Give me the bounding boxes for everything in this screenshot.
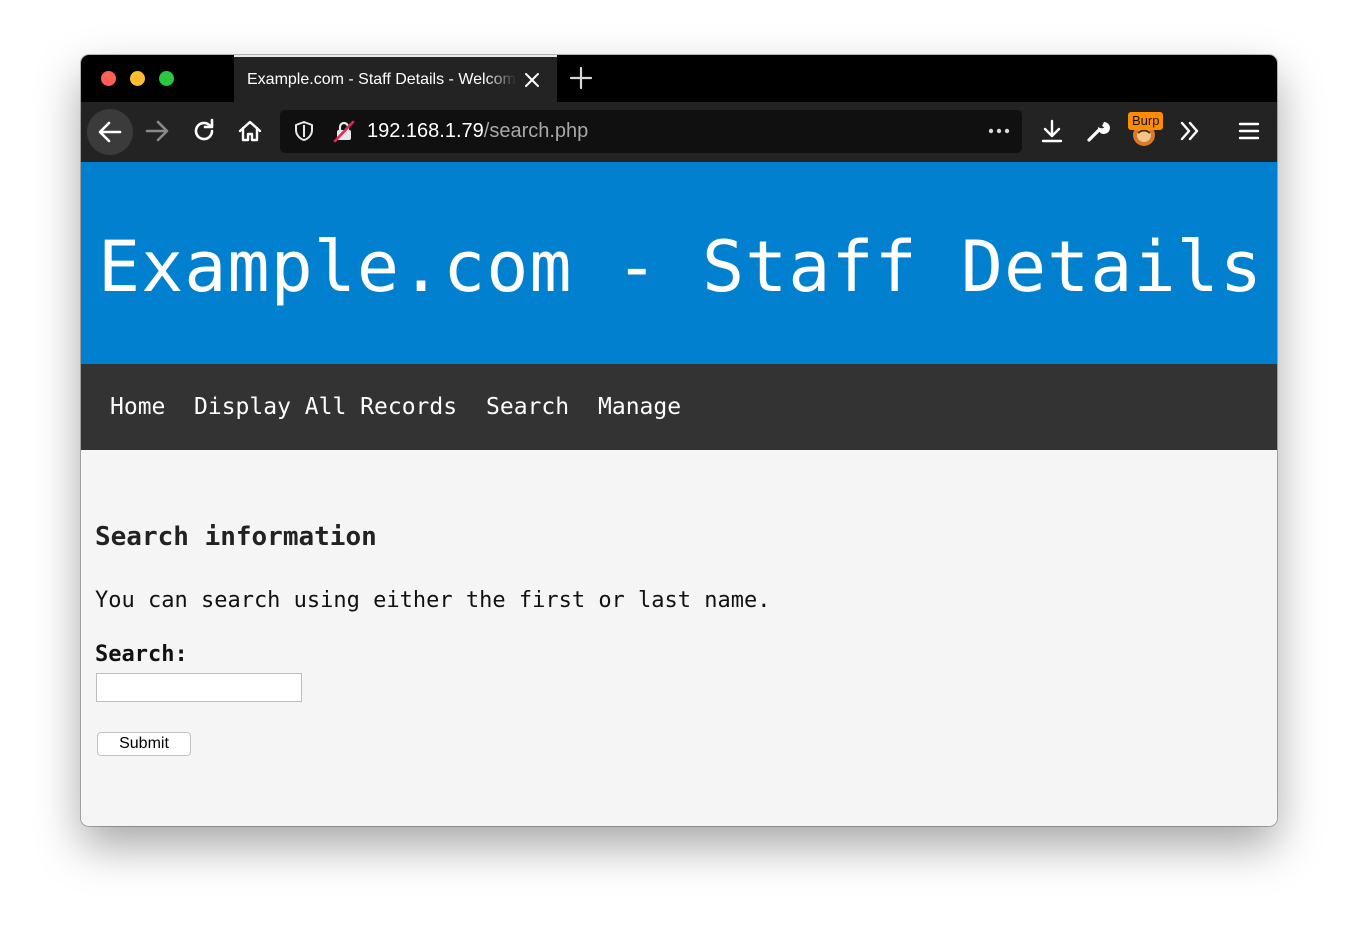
nav-link-display-all-records[interactable]: Display All Records [194,394,457,420]
shield-icon[interactable] [285,112,323,150]
tab-strip: Example.com - Staff Details - Welcome [81,55,1277,102]
download-icon[interactable] [1033,112,1071,150]
search-label: Search: [95,642,188,667]
nav-link-home[interactable]: Home [110,394,165,420]
plus-icon[interactable] [569,66,593,90]
submit-button[interactable]: Submit [97,732,191,756]
close-icon[interactable] [523,71,541,89]
site-header: Example.com - Staff Details [81,162,1277,364]
url-text[interactable]: 192.168.1.79/search.php [367,120,588,143]
tab-title: Example.com - Staff Details - Welcome [247,71,517,88]
url-host: 192.168.1.79 [367,120,484,142]
tab-active[interactable]: Example.com - Staff Details - Welcome [234,55,557,102]
site-nav: Home Display All Records Search Manage [81,364,1277,450]
more-dots-icon[interactable] [980,112,1018,150]
section-heading: Search information [95,522,377,552]
web-page: Example.com - Staff Details Home Display… [81,162,1277,826]
hamburger-icon[interactable] [1230,112,1268,150]
site-title: Example.com - Staff Details [98,226,1263,308]
arrow-right-icon[interactable] [138,112,176,150]
nav-link-search[interactable]: Search [486,394,569,420]
zoom-window-button[interactable] [159,71,174,86]
browser-window: Example.com - Staff Details - Welcome 19… [81,55,1277,826]
insecure-lock-icon[interactable] [325,112,363,150]
arrow-left-icon[interactable] [87,109,133,155]
nav-link-manage[interactable]: Manage [598,394,681,420]
close-window-button[interactable] [101,71,116,86]
minimize-window-button[interactable] [130,71,145,86]
search-input[interactable] [96,673,302,702]
wrench-icon[interactable] [1079,112,1117,150]
url-path: /search.php [483,120,589,142]
home-icon[interactable] [231,112,269,150]
chevrons-right-icon[interactable] [1171,112,1209,150]
extension-badge: Burp [1128,112,1164,130]
navigation-toolbar: 192.168.1.79/search.php Burp [81,102,1277,162]
reload-icon[interactable] [185,112,223,150]
url-bar[interactable]: 192.168.1.79/search.php [280,110,1022,153]
search-description: You can search using either the first or… [95,588,771,613]
